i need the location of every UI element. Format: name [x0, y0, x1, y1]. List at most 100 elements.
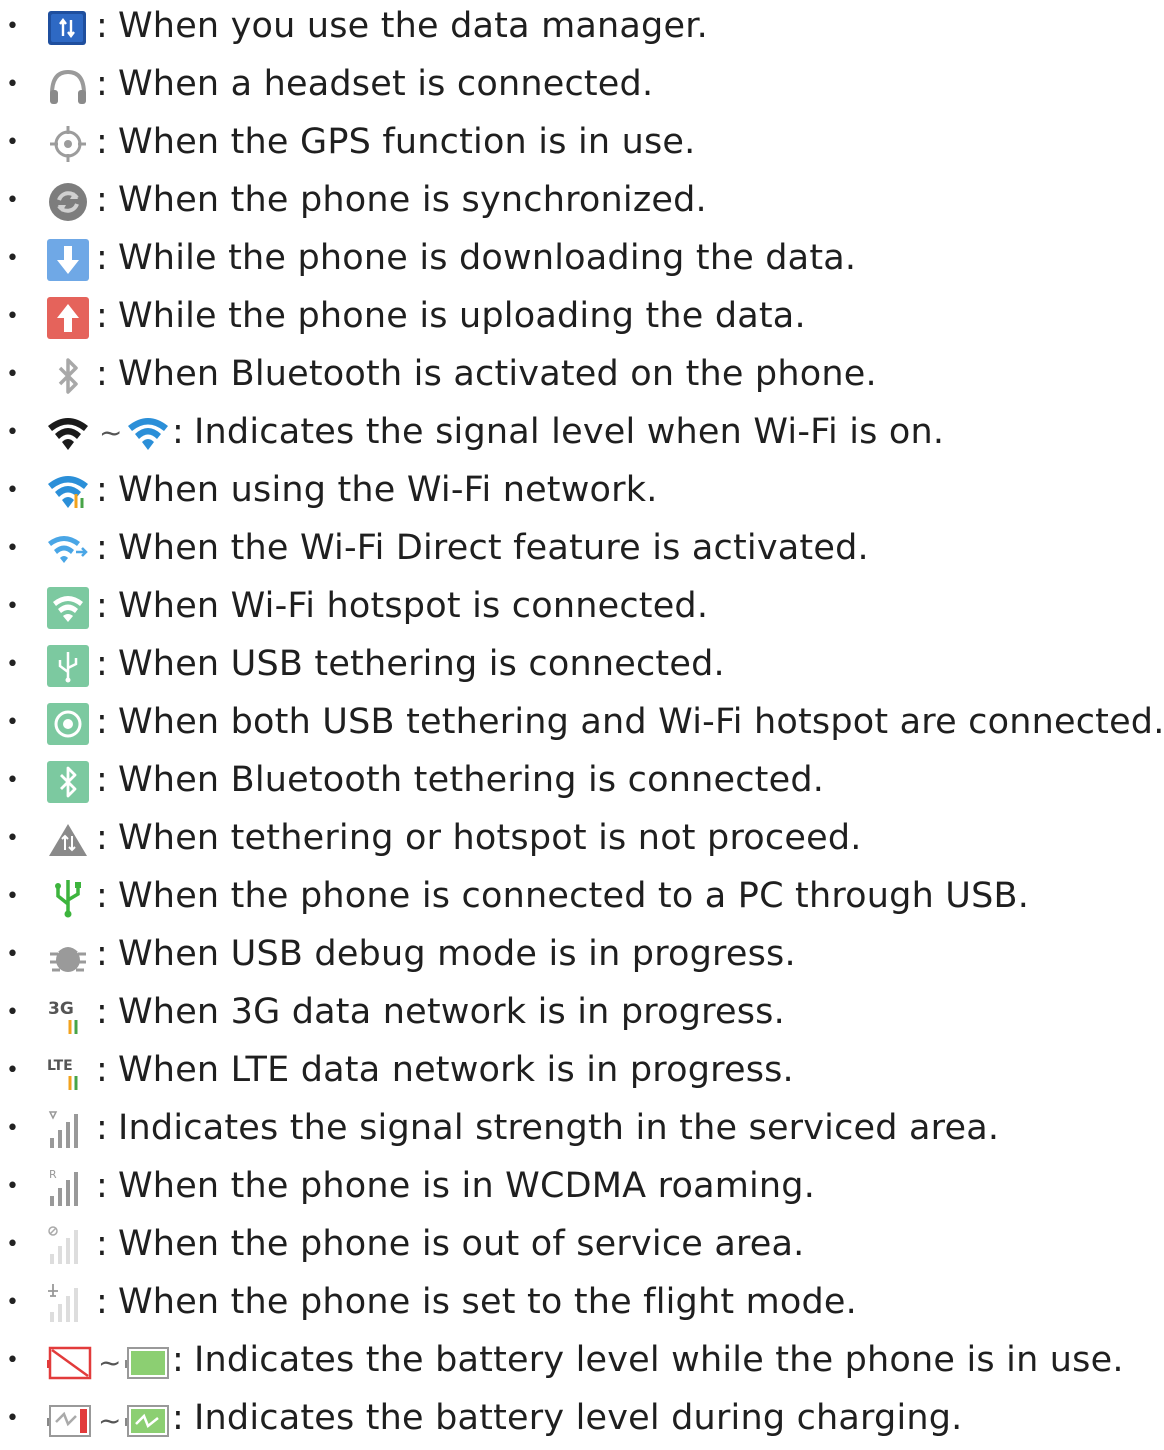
download-icon: [46, 238, 90, 284]
svg-text:~: ~: [98, 1404, 121, 1437]
item-description: When LTE data network is in progress.: [118, 1050, 794, 1090]
bullet: •: [6, 1232, 19, 1257]
bullet: •: [6, 478, 19, 503]
item-description: When the GPS function is in use.: [118, 122, 696, 162]
list-item: • R : When the phone is in WCDMA roaming.: [0, 1160, 1164, 1218]
bullet: •: [6, 652, 19, 677]
bullet: •: [6, 1348, 19, 1373]
item-description: When 3G data network is in progress.: [118, 992, 785, 1032]
item-description: Indicates the signal strength in the ser…: [118, 1108, 1000, 1148]
roaming-label: R: [49, 1168, 57, 1181]
bullet: •: [6, 188, 19, 213]
usb-and-hotspot-icon: [46, 702, 90, 748]
list-item: • ~ : Indicates the signal level when Wi-…: [0, 406, 1164, 464]
item-description: When using the Wi-Fi network.: [118, 470, 658, 510]
flight-mode-icon: [46, 1282, 90, 1328]
no-service-icon: [46, 1224, 90, 1270]
list-item: • : Indicates the signal strength in the …: [0, 1102, 1164, 1160]
item-description: When Bluetooth is activated on the phone…: [118, 354, 877, 394]
list-item: • : When the phone is out of service area…: [0, 1218, 1164, 1276]
item-description: When both USB tethering and Wi-Fi hotspo…: [118, 702, 1164, 742]
item-description: When the phone is in WCDMA roaming.: [118, 1166, 816, 1206]
3g-data-icon: 3G: [46, 992, 90, 1038]
bullet: •: [6, 1116, 19, 1141]
usb-connected-icon: [46, 876, 90, 922]
item-description: When USB tethering is connected.: [118, 644, 725, 684]
roaming-icon: R: [46, 1166, 90, 1212]
item-description: When USB debug mode is in progress.: [118, 934, 796, 974]
tethering-warning-icon: [46, 818, 90, 864]
wifi-signal-range-icon: ~: [46, 412, 172, 458]
list-item: • : When USB debug mode is in progress.: [0, 928, 1164, 986]
sync-icon: [46, 180, 90, 226]
list-item: • : When USB tethering is connected.: [0, 638, 1164, 696]
item-description: When the phone is set to the flight mode…: [118, 1282, 857, 1322]
bullet: •: [6, 420, 19, 445]
item-description: Indicates the battery level while the ph…: [194, 1340, 1124, 1380]
list-item: • : When Wi-Fi hotspot is connected.: [0, 580, 1164, 638]
list-item: • : When you use the data manager.: [0, 0, 1164, 58]
list-item: • : When Bluetooth is activated on the ph…: [0, 348, 1164, 406]
bullet: •: [6, 304, 19, 329]
list-item: • : When the GPS function is in use.: [0, 116, 1164, 174]
svg-text:~: ~: [99, 416, 122, 449]
gps-icon: [46, 122, 90, 168]
lte-label: LTE: [47, 1058, 73, 1074]
bullet: •: [6, 710, 19, 735]
headset-icon: [46, 64, 90, 110]
usb-tethering-icon: [46, 644, 90, 690]
item-description: When Wi-Fi hotspot is connected.: [118, 586, 709, 626]
list-item: • : When using the Wi-Fi network.: [0, 464, 1164, 522]
bullet: •: [6, 246, 19, 271]
item-description: When a headset is connected.: [118, 64, 654, 104]
bullet: •: [6, 1174, 19, 1199]
bullet: •: [6, 594, 19, 619]
item-description: When the Wi-Fi Direct feature is activat…: [118, 528, 869, 568]
item-description: When the phone is out of service area.: [118, 1224, 805, 1264]
bullet: •: [6, 942, 19, 967]
bluetooth-tethering-icon: [46, 760, 90, 806]
wifi-direct-icon: [46, 528, 90, 574]
item-description: When the phone is synchronized.: [118, 180, 707, 220]
item-description: When Bluetooth tethering is connected.: [118, 760, 825, 800]
list-item: • : When Bluetooth tethering is connected…: [0, 754, 1164, 812]
item-description: Indicates the signal level when Wi-Fi is…: [194, 412, 945, 452]
wifi-hotspot-icon: [46, 586, 90, 632]
bullet: •: [6, 536, 19, 561]
item-description: When you use the data manager.: [118, 6, 708, 46]
bullet: •: [6, 768, 19, 793]
list-item: • : When both USB tethering and Wi-Fi hot…: [0, 696, 1164, 754]
bullet: •: [6, 1000, 19, 1025]
bullet: •: [6, 1058, 19, 1083]
svg-text:~: ~: [98, 1346, 121, 1379]
lte-data-icon: LTE: [46, 1050, 90, 1096]
bullet: •: [6, 1290, 19, 1315]
list-item: • : While the phone is uploading the data…: [0, 290, 1164, 348]
battery-charging-range-icon: ~: [46, 1398, 172, 1444]
signal-strength-icon: [46, 1108, 90, 1154]
list-item: • : When the phone is set to the flight m…: [0, 1276, 1164, 1334]
bullet: •: [6, 1406, 19, 1431]
bullet: •: [6, 72, 19, 97]
list-item: • : When the phone is connected to a PC t…: [0, 870, 1164, 928]
data-manager-icon: [46, 6, 90, 52]
list-item: • ~ : Indicates the battery level during …: [0, 1392, 1164, 1450]
upload-icon: [46, 296, 90, 342]
bullet: •: [6, 362, 19, 387]
wifi-in-use-icon: [46, 470, 90, 516]
list-item: • : When a headset is connected.: [0, 58, 1164, 116]
list-item: • 3G : When 3G data network is in progres…: [0, 986, 1164, 1044]
item-description: When the phone is connected to a PC thro…: [118, 876, 1030, 916]
list-item: • ~ : Indicates the battery level while t…: [0, 1334, 1164, 1392]
bullet: •: [6, 884, 19, 909]
bullet: •: [6, 14, 19, 39]
list-item: • : When tethering or hotspot is not proc…: [0, 812, 1164, 870]
battery-level-range-icon: ~: [46, 1340, 172, 1386]
3g-label: 3G: [48, 999, 74, 1019]
item-description: While the phone is uploading the data.: [118, 296, 806, 336]
item-description: Indicates the battery level during charg…: [194, 1398, 963, 1438]
list-item: • : While the phone is downloading the da…: [0, 232, 1164, 290]
item-description: When tethering or hotspot is not proceed…: [118, 818, 862, 858]
list-item: • : When the phone is synchronized.: [0, 174, 1164, 232]
usb-debug-icon: [46, 934, 90, 980]
